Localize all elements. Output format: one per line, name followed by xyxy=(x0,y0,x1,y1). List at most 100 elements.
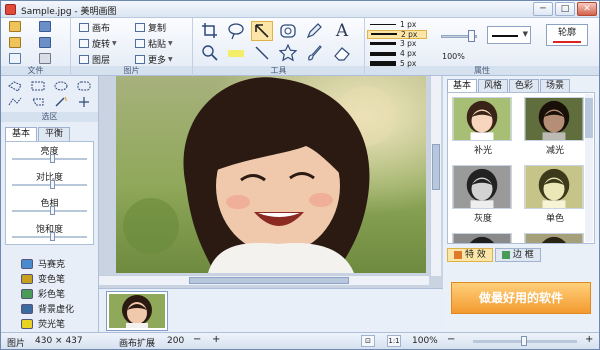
hue-thumb[interactable] xyxy=(50,206,55,215)
vertical-scroll-thumb[interactable] xyxy=(432,144,440,190)
layer-icon xyxy=(79,55,89,64)
effects-scrollbar[interactable] xyxy=(585,94,593,242)
canvas-label: 画布 xyxy=(92,24,111,34)
round-rect-select-tool[interactable] xyxy=(76,80,94,94)
rounded-rect-tool[interactable] xyxy=(277,21,299,41)
effect-partial-preview-2 xyxy=(524,233,584,243)
tab-basic[interactable]: 基本 xyxy=(5,127,38,141)
saturation-thumb[interactable] xyxy=(50,232,55,241)
save-icon[interactable] xyxy=(39,21,51,32)
crop-tool[interactable] xyxy=(199,21,221,41)
effect-item-partial-1[interactable] xyxy=(452,233,514,243)
effect-item-partial-2[interactable] xyxy=(524,233,586,243)
zoom-slider[interactable] xyxy=(437,22,481,52)
properties-icon[interactable] xyxy=(9,53,21,64)
new-file-icon[interactable] xyxy=(9,21,21,32)
background-blur-label: 背景虚化 xyxy=(38,305,75,315)
paste-button[interactable]: 粘贴 ▼ xyxy=(135,37,173,50)
text-tool[interactable]: A xyxy=(331,21,353,41)
chevron-down-icon: ▼ xyxy=(168,40,173,47)
effect-monochrome-preview xyxy=(524,165,584,209)
effect-monochrome-label: 单色 xyxy=(545,214,564,224)
move-select-tool[interactable] xyxy=(76,96,94,110)
effect-reduce-light[interactable]: 减光 xyxy=(524,97,586,156)
eraser-icon xyxy=(334,47,350,61)
minimize-button[interactable]: ─ xyxy=(533,2,553,16)
tab-effects[interactable]: 特 效 xyxy=(447,248,493,262)
line-tool[interactable] xyxy=(251,43,273,63)
horizontal-scrollbar[interactable] xyxy=(99,275,429,285)
line-width-5[interactable]: 5 px xyxy=(367,58,427,68)
canvas-area[interactable] xyxy=(99,76,443,288)
polygon-select-tool[interactable] xyxy=(7,80,25,94)
brush-tool[interactable] xyxy=(303,43,325,63)
highlighter-pen-tool[interactable]: 荧光笔 xyxy=(5,316,95,331)
star-tool[interactable] xyxy=(277,43,299,63)
magic-wand-tool[interactable] xyxy=(53,96,71,110)
status-zoom-knob[interactable] xyxy=(521,336,527,346)
outline-brush-label: 轮廓 xyxy=(557,28,576,38)
effects-grid: 补光 减光 灰度 单色 xyxy=(447,92,595,244)
tab-style[interactable]: 风格 xyxy=(478,79,509,92)
rect-select-tool[interactable] xyxy=(30,80,48,94)
magnifier-tool[interactable] xyxy=(199,43,221,63)
contrast-thumb[interactable] xyxy=(50,180,55,189)
effect-fill-light[interactable]: 补光 xyxy=(452,97,514,156)
color-change-pen-icon xyxy=(21,273,33,284)
promo-banner[interactable]: 做最好用的软件 xyxy=(451,282,591,314)
mosaic-tool[interactable]: 马赛克 xyxy=(5,256,95,271)
freeform-select-tool[interactable] xyxy=(7,96,25,110)
line-width-4[interactable]: 4 px xyxy=(367,49,427,59)
status-zoom-slider[interactable] xyxy=(473,336,577,346)
pen-tool[interactable] xyxy=(303,21,325,41)
zoom-in-button[interactable]: + xyxy=(585,334,593,345)
vertical-scrollbar[interactable] xyxy=(430,76,441,276)
arrow-select-icon xyxy=(255,24,269,38)
arrow-select-tool[interactable] xyxy=(251,21,273,41)
shape-select-tool[interactable] xyxy=(30,96,48,110)
copy-button[interactable]: 复制 xyxy=(135,21,166,34)
layer-button[interactable]: 图层 xyxy=(79,53,110,66)
tab-scene[interactable]: 场景 xyxy=(540,79,571,92)
close-button[interactable]: ✕ xyxy=(577,2,597,16)
zoom-out-button[interactable]: − xyxy=(447,334,455,345)
line-width-1[interactable]: 1 px xyxy=(367,20,427,30)
line-width-2[interactable]: 2 px xyxy=(367,29,427,40)
open-folder-icon[interactable] xyxy=(9,37,21,48)
effect-grayscale[interactable]: 灰度 xyxy=(452,165,514,224)
window-controls: ─ □ ✕ xyxy=(533,2,597,16)
outline-brush-button[interactable]: 轮廓 xyxy=(546,24,588,46)
star-icon xyxy=(279,44,297,62)
brightness-thumb[interactable] xyxy=(50,154,55,163)
lasso-tool[interactable] xyxy=(225,21,247,41)
tab-balance[interactable]: 平衡 xyxy=(38,127,71,141)
effects-scroll-thumb[interactable] xyxy=(585,98,593,138)
actual-size-button[interactable]: 1:1 xyxy=(387,335,401,347)
ellipse-select-tool[interactable] xyxy=(53,80,71,94)
tab-color[interactable]: 色彩 xyxy=(509,79,540,92)
canvas-button[interactable]: 画布 xyxy=(79,21,110,34)
photo-image[interactable] xyxy=(116,76,426,273)
tab-border[interactable]: 边 框 xyxy=(494,248,541,262)
image-thumbnail[interactable] xyxy=(106,291,168,331)
background-blur-tool[interactable]: 背景虚化 xyxy=(5,301,95,316)
effect-monochrome[interactable]: 单色 xyxy=(524,165,586,224)
highlighter-tool[interactable] xyxy=(225,43,247,63)
rotate-button[interactable]: 旋转 ▼ xyxy=(79,37,117,50)
line-style-dropdown[interactable]: ▼ xyxy=(487,26,531,44)
line-width-3[interactable]: 3 px xyxy=(367,39,427,49)
app-logo-icon xyxy=(5,4,16,15)
tab-basic-effects[interactable]: 基本 xyxy=(447,79,478,92)
save-as-icon[interactable] xyxy=(39,37,51,48)
color-change-pen-tool[interactable]: 变色笔 xyxy=(5,271,95,286)
eraser-tool[interactable] xyxy=(331,43,353,63)
horizontal-scroll-thumb[interactable] xyxy=(189,277,349,284)
zoom-thumb[interactable] xyxy=(468,30,475,42)
canvas-minus-button[interactable]: − xyxy=(193,334,201,345)
canvas-plus-button[interactable]: + xyxy=(212,334,220,345)
color-pen-tool[interactable]: 彩色笔 xyxy=(5,286,95,301)
print-icon[interactable] xyxy=(39,53,51,64)
maximize-button[interactable]: □ xyxy=(555,2,575,16)
more-button[interactable]: 更多 ▼ xyxy=(135,53,173,66)
fit-window-button[interactable]: ⊡ xyxy=(361,335,375,347)
